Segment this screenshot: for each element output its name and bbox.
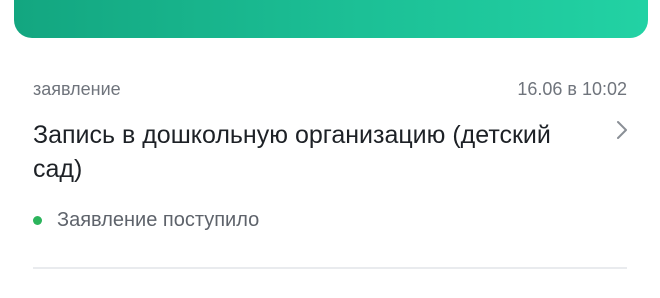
divider — [33, 267, 627, 269]
application-date: 16.06 в 10:02 — [517, 79, 627, 99]
application-card[interactable]: заявление 16.06 в 10:02 Запись в дошколь… — [0, 38, 660, 298]
pen-icon — [536, 0, 586, 2]
promo-banner[interactable] — [14, 0, 648, 38]
application-status: Заявление поступило — [33, 208, 259, 232]
application-type-label: заявление — [33, 79, 121, 99]
chevron-right-icon[interactable] — [614, 120, 630, 140]
status-dot-icon — [33, 215, 42, 225]
application-title: Запись в дошкольную организацию (детский… — [33, 121, 551, 183]
status-text: Заявление поступило — [57, 209, 260, 231]
